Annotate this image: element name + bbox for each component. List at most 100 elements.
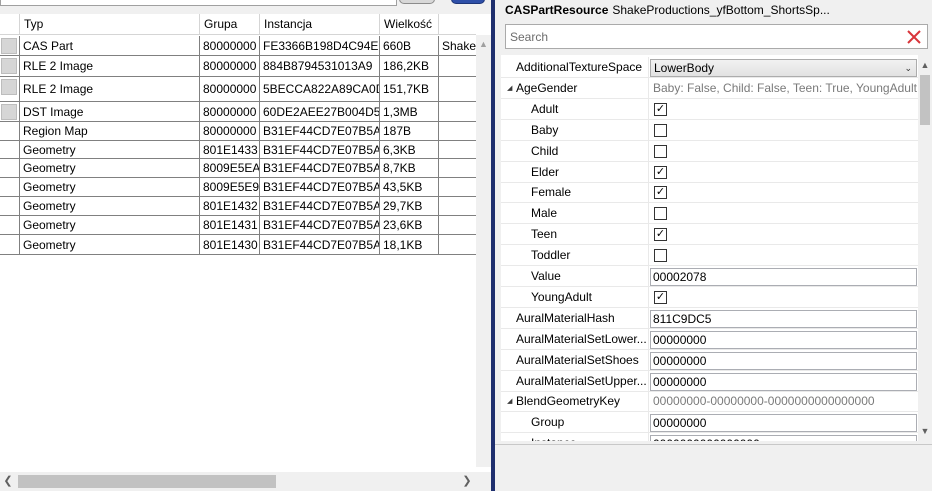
cell-extra — [439, 159, 476, 177]
property-textbox[interactable]: 811C9DC5 — [650, 310, 917, 328]
property-row[interactable]: YoungAdult ✓ — [501, 287, 918, 308]
property-row[interactable]: AuralMaterialSetShoes 00000000 — [501, 350, 918, 371]
property-row[interactable]: Instance 0000000000000000 — [501, 433, 918, 441]
combo-value: LowerBody — [654, 61, 715, 75]
filter-field[interactable] — [0, 0, 397, 6]
property-textbox[interactable]: 00000000 — [650, 414, 917, 432]
property-label-text: Instance — [531, 433, 576, 441]
property-label: Baby — [501, 120, 648, 141]
property-checkbox[interactable]: ✓ — [654, 166, 667, 179]
column-header-instancja[interactable]: Instancja — [260, 14, 380, 35]
property-label-text: AdditionalTextureSpace — [516, 60, 643, 74]
table-row[interactable]: CAS Part 80000000 FE3366B198D4C94E 660B Shak… — [0, 36, 476, 56]
scroll-up-icon[interactable]: ▲ — [918, 59, 932, 71]
toolbar-button-accent[interactable] — [451, 0, 485, 4]
toolbar-strip — [0, 0, 491, 14]
property-row[interactable]: ◢ BlendGeometryKey 00000000-00000000-00000… — [501, 391, 918, 412]
column-header-extra[interactable] — [439, 14, 476, 35]
cell-extra — [439, 235, 476, 254]
property-checkbox[interactable] — [654, 124, 667, 137]
column-header-typ[interactable]: Typ — [20, 14, 200, 35]
scroll-up-icon[interactable]: ▲ — [476, 38, 491, 50]
property-checkbox[interactable]: ✓ — [654, 291, 667, 304]
scroll-thumb[interactable] — [18, 475, 276, 488]
expand-arrow-icon[interactable]: ◢ — [507, 78, 512, 98]
property-row[interactable]: Teen ✓ — [501, 224, 918, 245]
column-header-grupa[interactable]: Grupa — [200, 14, 260, 35]
property-checkbox[interactable]: ✓ — [654, 103, 667, 116]
table-row[interactable]: Geometry 801E1430 B31EF44CD7E07B5A 18,1KB — [0, 235, 476, 255]
expand-arrow-icon[interactable]: ◢ — [507, 391, 512, 411]
property-row[interactable]: Child — [501, 141, 918, 162]
property-label: AuralMaterialSetLower... — [501, 329, 648, 350]
toolbar-button[interactable] — [399, 0, 435, 4]
cell-instancja: B31EF44CD7E07B5A — [260, 197, 380, 215]
property-value: 00002078 — [648, 266, 918, 287]
property-grid: AdditionalTextureSpace LowerBody ⌄ ◢ AgeGend… — [501, 55, 918, 441]
property-checkbox[interactable] — [654, 207, 667, 220]
property-row[interactable]: AdditionalTextureSpace LowerBody ⌄ — [501, 57, 918, 78]
cell-grupa: 80000000 — [200, 102, 260, 121]
property-value: 00000000-00000000-0000000000000000 — [648, 391, 918, 412]
table-row[interactable]: Geometry 801E1431 B31EF44CD7E07B5A 23,6KB — [0, 216, 476, 235]
property-checkbox[interactable] — [654, 145, 667, 158]
property-row[interactable]: AuralMaterialHash 811C9DC5 — [501, 308, 918, 329]
table-row[interactable]: Geometry 8009E5E9 B31EF44CD7E07B5A 43,5KB — [0, 178, 476, 197]
property-row[interactable]: Baby — [501, 120, 918, 141]
property-label: AuralMaterialHash — [501, 308, 648, 329]
property-textbox[interactable]: 00000000 — [650, 331, 917, 349]
property-row[interactable]: Adult ✓ — [501, 99, 918, 120]
horizontal-scrollbar[interactable]: ❮ ❯ — [0, 472, 476, 491]
property-label: Value — [501, 266, 648, 287]
cell-typ: Geometry — [20, 141, 200, 158]
property-checkbox[interactable]: ✓ — [654, 228, 667, 241]
cell-grupa: 801E1431 — [200, 216, 260, 234]
chevron-down-icon[interactable]: ⌄ — [904, 60, 912, 76]
resource-thumbnail-icon — [1, 38, 17, 54]
table-row[interactable]: RLE 2 Image 80000000 884B8794531013A9 186,2… — [0, 56, 476, 77]
property-textbox[interactable]: 0000000000000000 — [650, 435, 917, 441]
scroll-thumb[interactable] — [920, 75, 930, 125]
scroll-down-icon[interactable]: ▼ — [918, 425, 932, 437]
property-row[interactable]: Elder ✓ — [501, 162, 918, 183]
table-row[interactable]: Region Map 80000000 B31EF44CD7E07B5A 187B — [0, 122, 476, 141]
property-label-text: Group — [531, 415, 565, 429]
property-grid-scrollbar[interactable]: ▲ ▼ — [918, 55, 932, 441]
table-row[interactable]: Geometry 801E1432 B31EF44CD7E07B5A 29,7KB — [0, 197, 476, 216]
property-value: ✓ — [648, 182, 918, 203]
property-label-text: BlendGeometryKey — [516, 394, 621, 408]
property-row[interactable]: AuralMaterialSetUpper... 00000000 — [501, 371, 918, 392]
search-input[interactable] — [510, 28, 900, 45]
property-row[interactable]: Group 00000000 — [501, 412, 918, 433]
property-checkbox[interactable]: ✓ — [654, 186, 667, 199]
property-textbox[interactable]: 00000000 — [650, 373, 917, 391]
property-textbox[interactable]: 00000000 — [650, 352, 917, 370]
close-icon[interactable] — [905, 27, 923, 47]
property-value: Baby: False, Child: False, Teen: True, Y… — [648, 78, 918, 99]
table-row[interactable]: RLE 2 Image 80000000 5BECCA822A89CA0D 151,7… — [0, 77, 476, 102]
property-combo[interactable]: LowerBody ⌄ — [650, 59, 917, 77]
table-row[interactable]: Geometry 801E1433 B31EF44CD7E07B5A 6,3KB — [0, 141, 476, 159]
property-textbox[interactable]: 00002078 — [650, 268, 917, 286]
property-label: Instance — [501, 433, 648, 441]
property-row[interactable]: Toddler — [501, 245, 918, 266]
cell-grupa: 801E1433 — [200, 141, 260, 158]
table-row[interactable]: Geometry 8009E5EA B31EF44CD7E07B5A 8,7KB — [0, 159, 476, 178]
cell-grupa: 801E1432 — [200, 197, 260, 215]
property-value: LowerBody ⌄ — [648, 57, 918, 78]
scrollbar-corner — [476, 472, 491, 491]
property-label: Toddler — [501, 245, 648, 266]
scroll-right-icon[interactable]: ❯ — [460, 472, 474, 491]
property-label: AuralMaterialSetUpper... — [501, 371, 648, 392]
scroll-left-icon[interactable]: ❮ — [1, 472, 15, 491]
property-checkbox[interactable] — [654, 249, 667, 262]
property-row[interactable]: Female ✓ — [501, 182, 918, 203]
table-row[interactable]: DST Image 80000000 60DE2AEE27B004D5 1,3MB — [0, 102, 476, 122]
column-header-wielkosc[interactable]: Wielkość — [380, 14, 439, 35]
property-row[interactable]: ◢ AgeGender Baby: False, Child: False, Tee… — [501, 78, 918, 99]
vertical-scrollbar[interactable]: ▲ — [476, 35, 491, 467]
property-row[interactable]: AuralMaterialSetLower... 00000000 — [501, 329, 918, 350]
property-row[interactable]: Value 00002078 — [501, 266, 918, 287]
property-row[interactable]: Male — [501, 203, 918, 224]
column-header-icon[interactable] — [0, 14, 20, 35]
